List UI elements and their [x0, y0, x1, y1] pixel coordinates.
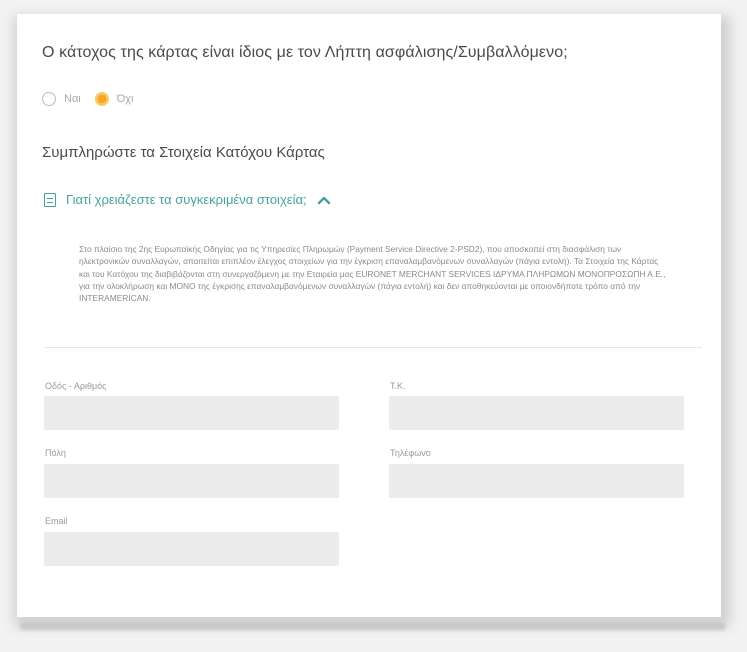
why-needed-label[interactable]: Γιατί χρειάζεστε τα συγκεκριμένα στοιχεί…: [66, 192, 307, 207]
why-needed-toggle[interactable]: Γιατί χρειάζεστε τα συγκεκριμένα στοιχεί…: [44, 192, 331, 207]
city-label: Πόλη: [45, 448, 66, 458]
radio-yes-circle[interactable]: [42, 92, 56, 106]
cardholder-question: Ο κάτοχος της κάρτας είναι ίδιος με τον …: [42, 44, 568, 61]
phone-label: Τηλέφωνο: [390, 448, 431, 458]
email-label: Email: [45, 516, 68, 526]
bottom-band: [20, 622, 725, 630]
radio-no-label[interactable]: Όχι: [117, 93, 134, 105]
cardholder-form-card: Ο κάτοχος της κάρτας είναι ίδιος με τον …: [17, 14, 721, 617]
radio-no[interactable]: Όχι: [94, 92, 134, 106]
phone-input[interactable]: [389, 464, 684, 498]
postal-code-input[interactable]: [389, 396, 684, 430]
radio-yes-label[interactable]: Ναι: [64, 93, 81, 105]
radio-yes[interactable]: Ναι: [42, 92, 81, 106]
document-icon: [44, 192, 56, 207]
street-input[interactable]: [44, 396, 339, 430]
info-paragraph: Στο πλαίσιο της 2ης Ευρωπαϊκής Οδηγίας γ…: [79, 244, 666, 304]
radio-no-circle[interactable]: [94, 92, 109, 106]
divider: [44, 347, 702, 348]
postal-code-label: Τ.Κ.: [390, 381, 406, 391]
street-label: Οδός - Αριθμός: [45, 381, 107, 391]
city-input[interactable]: [44, 464, 339, 498]
section-heading: Συμπληρώστε τα Στοιχεία Κατόχου Κάρτας: [42, 144, 325, 161]
email-input[interactable]: [44, 532, 339, 566]
cardholder-same-radio-group: Ναι Όχι: [42, 90, 148, 108]
chevron-up-icon[interactable]: [317, 195, 331, 205]
